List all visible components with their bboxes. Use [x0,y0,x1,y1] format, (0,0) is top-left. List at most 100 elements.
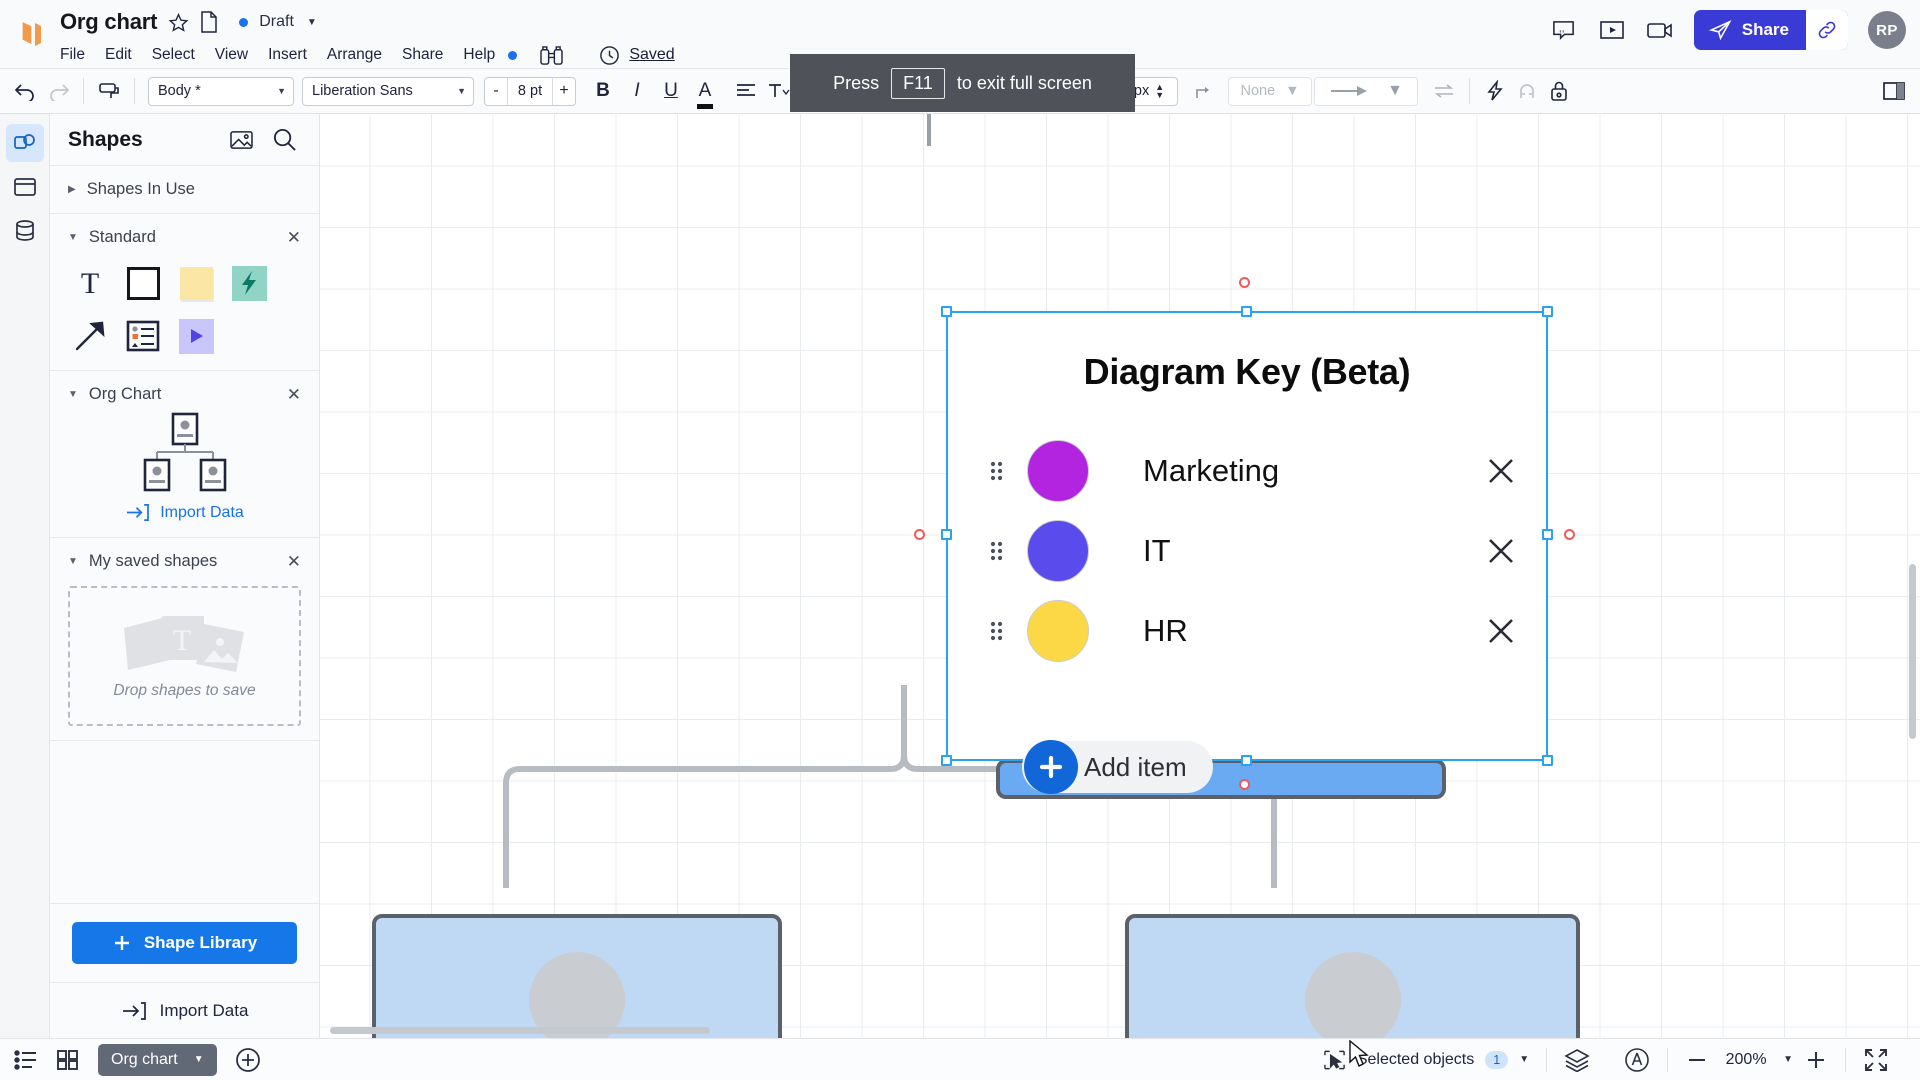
right-panel-icon[interactable] [1878,76,1910,106]
resize-handle-top-right[interactable] [1542,306,1553,317]
redo-icon[interactable] [42,76,74,106]
zoom-in-button[interactable] [1804,1048,1828,1072]
vertical-scrollbar[interactable] [1909,564,1916,739]
star-icon[interactable] [168,12,189,33]
close-icon[interactable]: ✕ [287,386,301,403]
chevron-down-icon[interactable]: ▼ [68,232,78,243]
resize-handle-bottom-right[interactable] [1542,755,1553,766]
menu-item-share[interactable]: Share [392,43,453,67]
org-chart-thumbnail-icon[interactable] [131,412,239,492]
lightning-shape-icon[interactable] [229,263,269,303]
bold-button[interactable]: B [586,80,620,102]
accessibility-button[interactable] [1607,1047,1667,1073]
templates-rail-button[interactable] [6,168,44,206]
org-chart-node-left[interactable] [372,914,782,1038]
remove-key-item-button[interactable] [1481,614,1521,648]
text-color-button[interactable]: A [688,80,722,109]
menu-item-edit[interactable]: Edit [95,43,142,67]
add-item-plus-icon[interactable] [1024,740,1078,794]
arrow-shape-icon[interactable] [70,316,110,356]
format-painter-icon[interactable] [93,76,125,106]
avatar[interactable]: RP [1868,11,1906,49]
connection-anchor-bottom[interactable] [1239,779,1250,790]
fullscreen-button[interactable] [1846,1047,1906,1073]
horizontal-scrollbar[interactable] [330,1027,710,1034]
chevron-down-icon[interactable]: ▼ [307,17,317,28]
resize-handle-bottom-left[interactable] [941,755,952,766]
page-icon[interactable] [200,11,218,33]
diagram-key-item-label[interactable]: Marketing [1143,453,1481,489]
elbow-connector-icon[interactable] [1188,76,1220,106]
resize-handle-bottom-center[interactable] [1241,755,1252,766]
image-icon[interactable] [229,129,254,150]
connection-anchor-right[interactable] [1564,529,1575,540]
video-camera-icon[interactable] [1646,16,1674,44]
swap-ends-icon[interactable] [1428,76,1460,106]
diagram-key-item-label[interactable]: HR [1143,613,1481,649]
grid-view-icon[interactable] [56,1049,80,1071]
chevron-down-icon[interactable]: ▼ [1519,1054,1529,1065]
chevron-down-icon[interactable]: ▼ [194,1054,204,1065]
drag-grip-icon[interactable] [983,537,1009,565]
section-shapes-in-use[interactable]: ▶ Shapes In Use [50,166,319,214]
undo-icon[interactable] [10,76,42,106]
panel-import-data-button[interactable]: Import Data [50,982,319,1038]
copy-link-button[interactable] [1806,10,1848,50]
org-chart-import-data-link[interactable]: Import Data [125,502,244,523]
font-size-increase-button[interactable]: + [553,78,575,105]
saved-indicator[interactable]: Saved [599,45,675,66]
arrow-start-select[interactable]: None ▼ [1228,76,1312,106]
page-tab-org-chart[interactable]: Org chart ▼ [98,1043,217,1076]
search-icon[interactable] [272,127,297,152]
diagram-key-color-swatch[interactable] [1027,520,1089,582]
magnet-icon[interactable] [1511,76,1543,106]
present-icon[interactable] [1598,16,1626,44]
diagram-key-color-swatch[interactable] [1027,600,1089,662]
lightning-icon[interactable] [1479,76,1511,106]
lock-icon[interactable] [1543,76,1575,106]
zoom-out-button[interactable] [1685,1052,1709,1068]
diagram-key-color-swatch[interactable] [1027,440,1089,502]
canvas[interactable]: Diagram Key (Beta) Marketing IT HR Add i… [320,114,1920,1038]
chevron-down-icon[interactable]: ▼ [68,556,78,567]
resize-handle-top-left[interactable] [941,306,952,317]
resize-handle-top-center[interactable] [1241,306,1252,317]
font-size-stepper[interactable]: - 8 pt + [484,76,576,106]
org-chart-node-right[interactable] [1125,914,1580,1038]
add-page-button[interactable] [235,1047,261,1073]
text-style-select[interactable]: Body * ▼ [148,76,294,106]
menu-item-file[interactable]: File [60,43,95,67]
arrow-end-select[interactable]: ▼ [1314,76,1418,106]
font-size-decrease-button[interactable]: - [485,78,507,105]
remove-key-item-button[interactable] [1481,534,1521,568]
font-family-select[interactable]: Liberation Sans ▼ [302,76,474,106]
shape-library-button[interactable]: Shape Library [72,922,297,964]
font-size-value[interactable]: 8 pt [507,77,553,105]
chevron-down-icon[interactable]: ▼ [1783,1054,1793,1065]
connection-anchor-top[interactable] [1239,277,1250,288]
italic-button[interactable]: I [620,80,654,102]
menu-item-arrange[interactable]: Arrange [317,43,392,67]
resize-handle-middle-right[interactable] [1542,529,1553,540]
selection-status[interactable]: Selected objects 1 ▼ [1306,1049,1546,1071]
data-rail-button[interactable] [6,212,44,250]
chevron-down-icon[interactable]: ▼ [68,389,78,400]
drag-grip-icon[interactable] [983,617,1009,645]
align-left-icon[interactable] [730,76,762,106]
remove-key-item-button[interactable] [1481,454,1521,488]
menu-item-help[interactable]: Help [453,43,505,67]
share-button[interactable]: Share [1693,10,1848,50]
diagram-key-item[interactable]: HR [948,591,1546,671]
diagram-key-item-label[interactable]: IT [1143,533,1481,569]
play-shape-icon[interactable] [176,316,216,356]
shapes-rail-button[interactable] [5,124,44,162]
binoculars-icon[interactable] [539,45,564,65]
close-icon[interactable]: ✕ [287,553,301,570]
menu-item-view[interactable]: View [205,43,258,67]
drag-grip-icon[interactable] [983,457,1009,485]
rectangle-shape-icon[interactable] [123,263,163,303]
menu-item-insert[interactable]: Insert [258,43,317,67]
outline-list-icon[interactable] [14,1049,38,1071]
diagram-key-item[interactable]: IT [948,511,1546,591]
app-logo[interactable] [0,0,60,68]
